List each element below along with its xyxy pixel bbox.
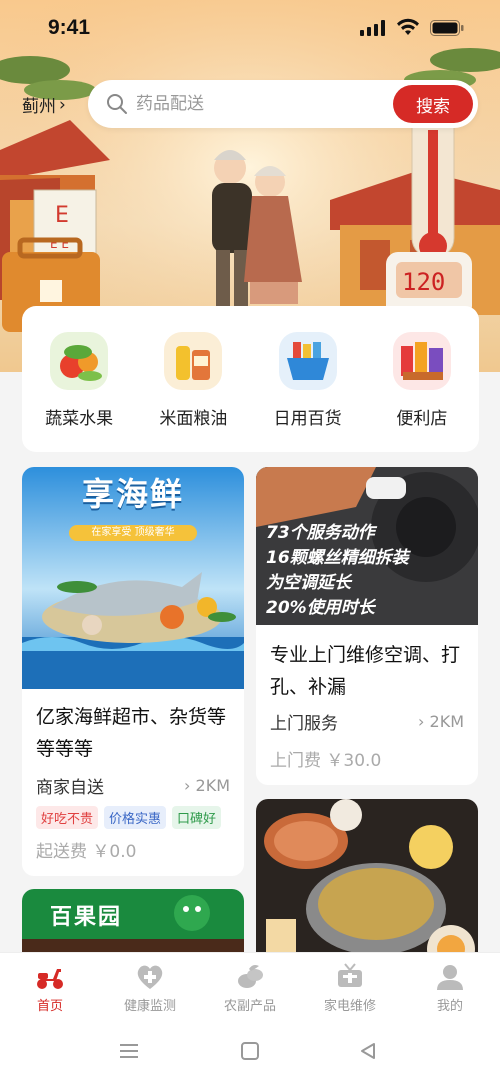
menu-icon[interactable]: [119, 1042, 139, 1060]
daily-goods-icon: [278, 332, 337, 390]
convenience-store-icon: [392, 332, 451, 390]
tab-home[interactable]: 首页: [0, 953, 100, 1024]
search-input[interactable]: [136, 80, 376, 128]
visit-fee: 上门费 ￥30.0: [270, 751, 382, 771]
category-panel: 蔬菜水果 米面粮油 日用百货 便利店: [22, 306, 479, 452]
status-time: 9:41: [48, 16, 91, 39]
min-order-fee: 起送费 ￥0.0: [36, 842, 137, 862]
tab-label: 首页: [36, 999, 63, 1014]
service-title: 专业上门维修空调、打孔、补漏: [270, 644, 461, 698]
user-icon: [437, 965, 463, 990]
category-label: 蔬菜水果: [45, 409, 114, 429]
store-tags: 好吃不贵 价格实惠 口碑好: [22, 806, 244, 829]
city-name: 蓟州: [22, 97, 56, 117]
category-label: 米面粮油: [159, 409, 228, 429]
scooter-icon: [37, 969, 63, 989]
category-label: 便利店: [396, 409, 448, 429]
svg-text:E: E: [55, 203, 69, 228]
city-selector[interactable]: 蓟州 ›: [22, 92, 66, 118]
vegetables-icon: [50, 332, 109, 390]
service-meta-row: 上门服务 › 2KM: [256, 709, 478, 734]
delivery-type: 商家自送: [36, 778, 104, 798]
tag: 口碑好: [172, 806, 222, 829]
seafood-banner-title: 享海鲜: [81, 475, 184, 513]
seafood-banner: 享海鲜 在家享受 顶级奢华: [22, 467, 244, 689]
ac-line-4: 20%使用时长: [266, 598, 375, 618]
seafood-banner-subtitle: 在家享受 顶级奢华: [69, 525, 197, 541]
store-meta-row: 商家自送 › 2KM: [22, 773, 244, 798]
signal-icon: [360, 20, 385, 36]
tab-label: 农副产品: [223, 999, 276, 1014]
tab-label: 家电维修: [323, 999, 376, 1014]
category-convenience-store[interactable]: 便利店: [365, 306, 479, 452]
grain-oil-icon: [164, 332, 223, 390]
ac-line-1: 73个服务动作: [266, 523, 375, 543]
store-card-seafood[interactable]: 享海鲜 在家享受 顶级奢华 亿家海鲜超市、杂货等等等等 商家自送 › 2KM 好…: [22, 467, 244, 876]
svg-text:120: 120: [402, 268, 445, 296]
system-nav-bar: [0, 1024, 500, 1083]
tab-health[interactable]: 健康监测: [100, 953, 200, 1024]
chevron-right-icon: ›: [59, 94, 66, 115]
battery-icon: [430, 20, 464, 36]
status-bar: 9:41: [0, 0, 500, 56]
tab-produce[interactable]: 农副产品: [200, 953, 300, 1024]
distance-label: › 2KM: [418, 712, 464, 731]
distance-label: › 2KM: [184, 776, 230, 795]
service-card-ac-repair[interactable]: 73个服务动作 16颗螺丝精细拆装 为空调延长 20%使用时长 专业上门维修空调…: [256, 467, 478, 785]
category-vegetables[interactable]: 蔬菜水果: [22, 306, 136, 452]
search-button[interactable]: 搜索: [393, 85, 473, 123]
tab-label: 我的: [436, 999, 463, 1014]
produce-icon: [238, 965, 263, 988]
tag: 价格实惠: [104, 806, 167, 829]
tag: 好吃不贵: [36, 806, 99, 829]
tab-label: 健康监测: [123, 999, 176, 1014]
fruit-store-sign: 百果园: [50, 905, 123, 930]
back-triangle-icon[interactable]: [358, 1042, 378, 1060]
search-icon: [107, 94, 127, 114]
service-type: 上门服务: [270, 714, 338, 734]
search-bar[interactable]: 搜索: [88, 80, 478, 128]
ac-line-2: 16颗螺丝精细拆装: [266, 548, 409, 568]
category-grain-oil[interactable]: 米面粮油: [136, 306, 250, 452]
ac-line-3: 为空调延长: [266, 573, 351, 593]
tab-appliance-repair[interactable]: 家电维修: [300, 953, 400, 1024]
category-daily-goods[interactable]: 日用百货: [251, 306, 365, 452]
wifi-icon: [397, 18, 419, 35]
store-title: 亿家海鲜超市、杂货等等等等: [36, 706, 227, 760]
home-square-icon[interactable]: [240, 1042, 260, 1060]
ac-repair-banner: 73个服务动作 16颗螺丝精细拆装 为空调延长 20%使用时长: [256, 467, 478, 625]
bottom-tab-bar: 首页 健康监测 农副产品 家电维修 我的: [0, 952, 500, 1024]
heart-plus-icon: [137, 965, 163, 989]
tv-repair-icon: [338, 963, 362, 987]
category-label: 日用百货: [273, 409, 342, 429]
tab-profile[interactable]: 我的: [400, 953, 500, 1024]
